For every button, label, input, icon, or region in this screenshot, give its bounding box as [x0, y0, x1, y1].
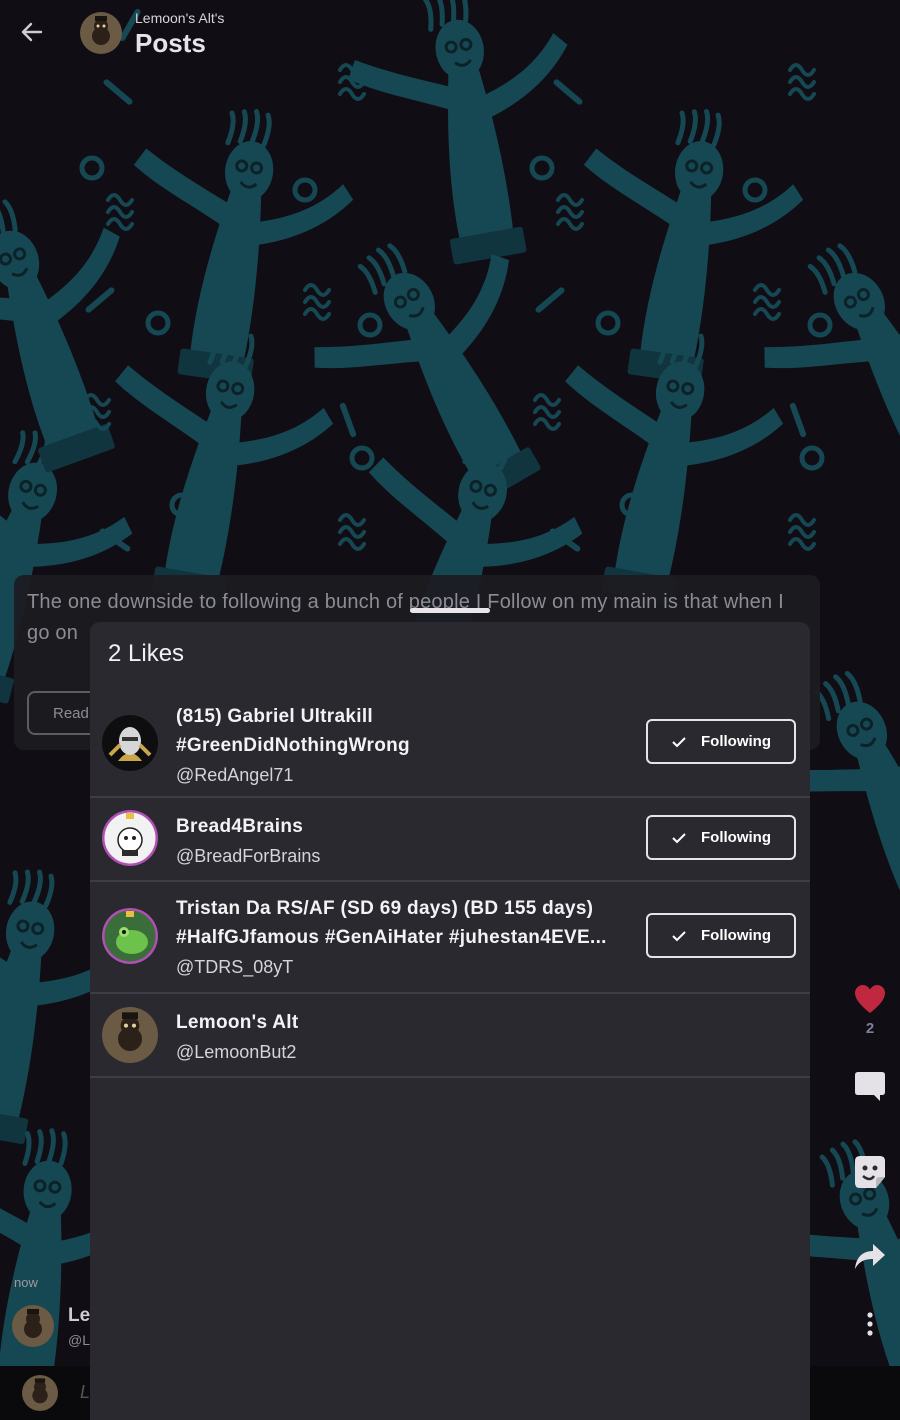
- author-avatar[interactable]: [12, 1305, 54, 1347]
- following-button[interactable]: Following: [646, 719, 796, 764]
- user-avatar[interactable]: [102, 1007, 158, 1063]
- bear-avatar-icon: [12, 1305, 54, 1347]
- following-button[interactable]: Following: [646, 815, 796, 860]
- user-name[interactable]: Lemoon's Alt: [176, 1008, 636, 1037]
- user-handle: @BreadForBrains: [176, 846, 321, 866]
- user-name[interactable]: Bread4Brains: [176, 812, 636, 841]
- list-item[interactable]: Tristan Da RS/AF (SD 69 days) (BD 155 da…: [90, 882, 810, 994]
- list-item[interactable]: (815) Gabriel Ultrakill #GreenDidNothing…: [90, 698, 810, 798]
- post-timestamp: now: [14, 1275, 38, 1290]
- following-button[interactable]: Following: [646, 913, 796, 958]
- like-count: 2: [865, 1020, 875, 1037]
- heart-icon: [855, 985, 885, 1013]
- frog-avatar-icon: [102, 908, 158, 964]
- comment-button[interactable]: [852, 1070, 888, 1102]
- user-avatar[interactable]: [102, 810, 158, 866]
- back-arrow-icon: [21, 22, 43, 42]
- check-icon: [672, 832, 686, 843]
- user-name-line2: #HalfGJfamous #GenAiHater #juhestan4EVE.…: [176, 927, 607, 948]
- bear-avatar-icon: [22, 1375, 58, 1411]
- user-names: (815) Gabriel Ultrakill #GreenDidNothing…: [176, 702, 636, 788]
- user-names: Tristan Da RS/AF (SD 69 days) (BD 155 da…: [176, 894, 636, 980]
- check-icon: [672, 930, 686, 941]
- likes-list: (815) Gabriel Ultrakill #GreenDidNothing…: [90, 698, 810, 1078]
- comment-bar-avatar: [22, 1375, 58, 1411]
- user-names: Bread4Brains @BreadForBrains: [176, 812, 636, 869]
- cat-avatar-icon: [102, 810, 158, 866]
- user-names: Lemoon's Alt @LemoonBut2: [176, 1008, 636, 1065]
- share-icon: [855, 1244, 885, 1269]
- check-icon: [672, 736, 686, 747]
- bear-avatar-icon: [80, 12, 122, 54]
- following-button-label: Following: [701, 829, 771, 846]
- share-button[interactable]: [852, 1243, 888, 1271]
- user-name[interactable]: Tristan Da RS/AF (SD 69 days) (BD 155 da…: [176, 894, 636, 923]
- user-handle: @LemoonBut2: [176, 1042, 297, 1062]
- more-vertical-icon: [867, 1312, 873, 1336]
- like-button[interactable]: [852, 984, 888, 1014]
- following-button-label: Following: [701, 733, 771, 750]
- header-avatar[interactable]: [80, 12, 122, 54]
- bear-avatar-icon: [102, 1007, 158, 1063]
- user-avatar[interactable]: [102, 908, 158, 964]
- user-avatar[interactable]: [102, 715, 158, 771]
- user-name-line2: #GreenDidNothingWrong: [176, 735, 410, 756]
- user-handle: @TDRS_08yT: [176, 957, 294, 977]
- back-button[interactable]: [14, 14, 50, 50]
- list-item[interactable]: Lemoon's Alt @LemoonBut2: [90, 994, 810, 1078]
- likes-sheet: 2 Likes (815) Gabriel Ultrakill #GreenDi…: [90, 622, 810, 1420]
- page-title: Posts: [135, 28, 206, 58]
- list-item[interactable]: Bread4Brains @BreadForBrains Following: [90, 798, 810, 882]
- knight-avatar-icon: [102, 715, 158, 771]
- sticker-icon: [855, 1156, 885, 1188]
- following-button-label: Following: [701, 927, 771, 944]
- more-options-button[interactable]: [852, 1312, 888, 1336]
- comment-input[interactable]: L: [80, 1382, 90, 1403]
- user-name[interactable]: (815) Gabriel Ultrakill: [176, 702, 636, 731]
- comment-icon: [855, 1072, 885, 1101]
- header-subtitle: Lemoon's Alt's: [135, 10, 225, 26]
- user-handle: @RedAngel71: [176, 765, 294, 785]
- likes-sheet-title: 2 Likes: [108, 640, 185, 667]
- sticker-button[interactable]: [852, 1155, 888, 1189]
- sheet-drag-handle[interactable]: [410, 608, 490, 613]
